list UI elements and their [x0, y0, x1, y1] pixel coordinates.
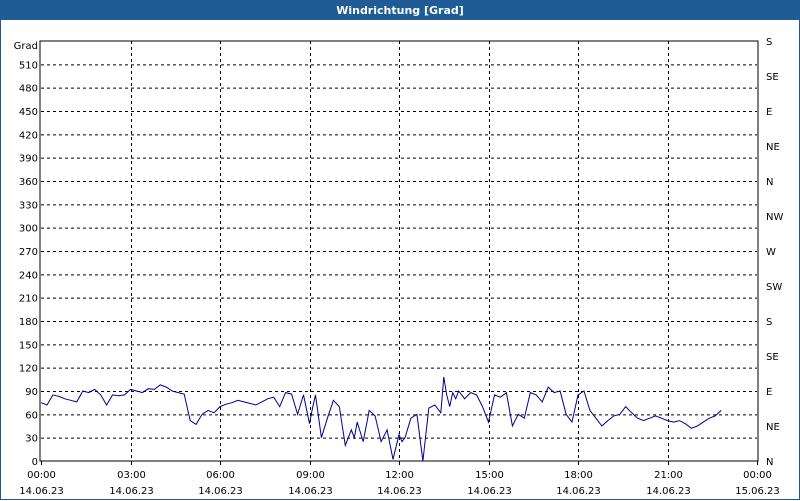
series-line — [40, 376, 722, 462]
right-axis-label: S — [766, 37, 772, 48]
x-tick-date: 14.06.23 — [646, 486, 691, 497]
wind-direction-chart: Grad 0 30 60 90 120 150 180 210 240 270 300 330 360 3… — [14, 37, 784, 497]
y-tick-label: 420 — [19, 130, 38, 141]
right-axis-label: E — [766, 387, 772, 398]
x-tick-time: 09:00 — [296, 470, 325, 481]
x-tick-time: 00:00 — [27, 470, 56, 481]
right-axis-label: S — [766, 317, 772, 328]
x-tick-time: 18:00 — [564, 470, 593, 481]
series-layer — [40, 376, 722, 462]
right-axis-label: NE — [766, 422, 780, 433]
right-axis-label: NW — [766, 212, 783, 223]
y-tick-label: 90 — [25, 387, 38, 398]
right-axis-label: E — [766, 107, 772, 118]
x-tick-time: 15:00 — [475, 470, 504, 481]
x-tick-date: 14.06.23 — [467, 486, 512, 497]
right-axis-label: SE — [766, 352, 779, 363]
x-tick-time: 06:00 — [206, 470, 235, 481]
right-axis-label: N — [766, 177, 773, 188]
y-tick-label: 480 — [19, 84, 38, 95]
x-tick-date: 15.06.23 — [735, 486, 780, 497]
y-tick-label: 60 — [25, 410, 38, 421]
x-tick-date: 14.06.23 — [198, 486, 243, 497]
y-tick-label: 390 — [19, 154, 38, 165]
y-tick-label: 180 — [19, 317, 38, 328]
y-axis-label: Grad — [14, 41, 38, 52]
grid — [41, 41, 757, 461]
x-tick-labels: 00:00 14.06.23 03:00 14.06.23 06:00 14.06.23 0… — [19, 461, 780, 497]
y-tick-label: 510 — [19, 60, 38, 71]
y-tick-label: 210 — [19, 294, 38, 305]
y-tick-label: 270 — [19, 247, 38, 258]
x-tick-time: 12:00 — [385, 470, 414, 481]
y-tick-labels: 0 30 60 90 120 150 180 210 240 270 300 330 360 390 420… — [19, 60, 38, 468]
right-axis-labels: N NE E SE S SW W NW N NE E SE S — [766, 37, 783, 468]
right-axis-label: SW — [766, 282, 782, 293]
x-tick-date: 14.06.23 — [288, 486, 333, 497]
y-tick-label: 0 — [32, 457, 38, 468]
y-tick-label: 240 — [19, 270, 38, 281]
y-tick-label: 450 — [19, 107, 38, 118]
chart-window: Windrichtung [Grad] Grad 0 30 60 90 120 150 18… — [0, 0, 800, 500]
x-tick-date: 14.06.23 — [556, 486, 601, 497]
y-tick-label: 30 — [25, 434, 38, 445]
x-tick-time: 00:00 — [743, 470, 772, 481]
x-tick-time: 21:00 — [654, 470, 683, 481]
y-tick-label: 330 — [19, 200, 38, 211]
x-tick-date: 14.06.23 — [109, 486, 154, 497]
y-tick-label: 150 — [19, 340, 38, 351]
x-tick-date: 14.06.23 — [19, 486, 64, 497]
right-axis-label: NE — [766, 142, 780, 153]
right-axis-label: N — [766, 457, 773, 468]
right-axis-label: SE — [766, 72, 779, 83]
x-tick-time: 03:00 — [117, 470, 146, 481]
y-tick-label: 360 — [19, 177, 38, 188]
x-tick-date: 14.06.23 — [377, 486, 422, 497]
y-tick-label: 300 — [19, 224, 38, 235]
y-tick-label: 120 — [19, 364, 38, 375]
right-axis-label: W — [766, 247, 776, 258]
